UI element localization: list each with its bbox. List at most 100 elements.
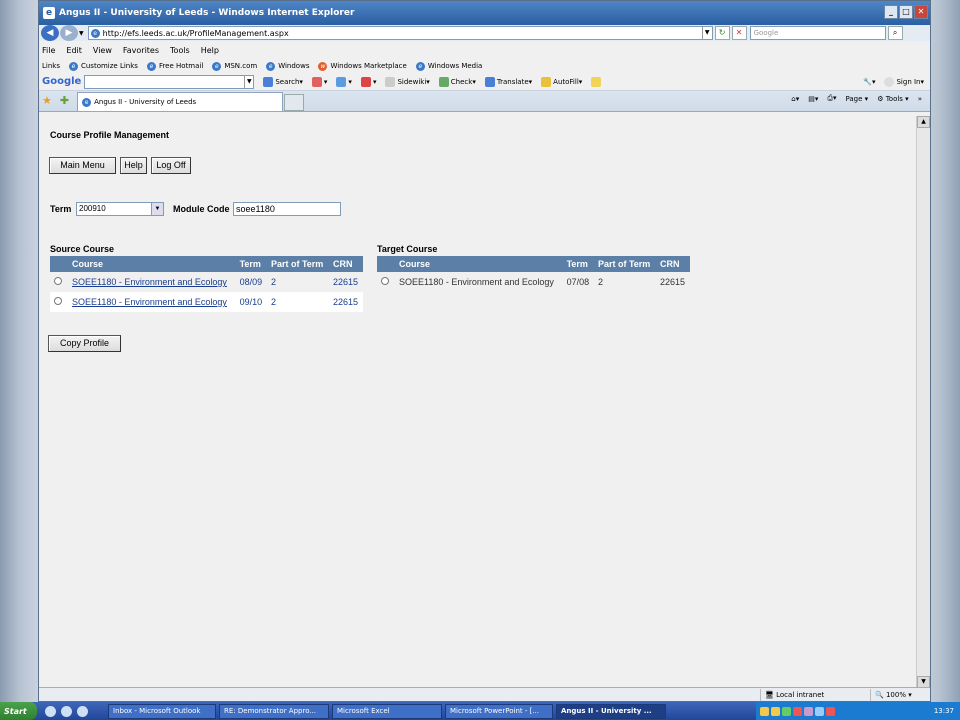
link-marketplace[interactable]: w Windows Marketplace	[318, 61, 407, 71]
sign-in-button[interactable]: Sign In ▾	[884, 76, 924, 87]
course-link[interactable]: SOEE1180 - Environment and Ecology	[68, 292, 236, 312]
tray-icon[interactable]	[815, 706, 824, 716]
browser-search-input[interactable]: Google	[749, 26, 886, 40]
tray-icon[interactable]	[782, 706, 791, 716]
home-icon[interactable]: ⌂▾	[791, 95, 799, 103]
log-off-button[interactable]: Log Off	[151, 157, 191, 174]
menu-edit[interactable]: Edit	[66, 46, 82, 55]
link-hotmail[interactable]: e Free Hotmail	[146, 61, 203, 71]
tab-bar: ★ ✚ e Angus II - University of Leeds ⌂▾ …	[39, 91, 930, 112]
add-favorites-icon[interactable]: ✚	[60, 94, 69, 107]
forward-arrow-icon[interactable]: ▶	[60, 25, 78, 41]
help-button[interactable]: Help	[120, 157, 147, 174]
term-select[interactable]: 200910 ▼	[76, 202, 164, 216]
task-excel[interactable]: Microsoft Excel	[332, 703, 442, 719]
new-tab-button[interactable]	[284, 94, 305, 111]
source-radio-1[interactable]	[54, 277, 62, 285]
start-button[interactable]: Start	[0, 702, 37, 720]
share-icon[interactable]: ▾	[336, 76, 352, 87]
vertical-scrollbar[interactable]: ▲ ▼	[916, 116, 930, 688]
google-search-button[interactable]: Search ▾	[263, 76, 303, 87]
google-dropdown-icon[interactable]: ▼	[244, 75, 253, 88]
maximize-icon[interactable]: □	[899, 5, 913, 19]
tab-angus[interactable]: e Angus II - University of Leeds	[77, 92, 284, 111]
address-bar[interactable]: e http://efs.leeds.ac.uk/ProfileManageme…	[87, 26, 713, 40]
menu-help[interactable]: Help	[201, 46, 219, 55]
source-course-table: Course Term Part of Term CRN SOEE1180 - …	[50, 256, 363, 312]
module-code-input[interactable]: soee1180	[233, 202, 341, 216]
module-code-label: Module Code	[173, 204, 230, 214]
desktop-quicklaunch-icon[interactable]	[61, 705, 72, 717]
link-msn[interactable]: e MSN.com	[212, 61, 257, 71]
tray-help-icon[interactable]	[760, 706, 769, 716]
source-course-title: Source Course	[50, 244, 115, 254]
tray-icon[interactable]	[793, 706, 802, 716]
chevron-right-icon[interactable]: »	[918, 95, 922, 103]
address-dropdown-icon[interactable]: ▼	[701, 27, 712, 39]
links-label: Links	[42, 62, 60, 70]
copy-profile-button[interactable]: Copy Profile	[48, 335, 121, 352]
column-header-part: Part of Term	[266, 256, 330, 272]
task-demonstrator[interactable]: RE: Demonstrator Appro...	[219, 703, 329, 719]
course-link[interactable]: SOEE1180 - Environment and Ecology	[68, 272, 236, 292]
menu-view[interactable]: View	[93, 46, 112, 55]
term-cell: 08/09	[235, 272, 267, 292]
ie-icon: e	[146, 61, 156, 71]
link-customize[interactable]: e Customize Links	[68, 61, 138, 71]
menu-tools[interactable]: Tools	[170, 46, 190, 55]
menu-favorites[interactable]: Favorites	[123, 46, 159, 55]
tab-label: Angus II - University of Leeds	[94, 98, 197, 106]
part-cell: 2	[593, 272, 657, 292]
ie-quicklaunch-icon[interactable]	[45, 705, 56, 717]
print-icon[interactable]: ⎙▾	[827, 94, 836, 103]
task-outlook[interactable]: Inbox - Microsoft Outlook	[108, 703, 216, 719]
bookmark-icon[interactable]: ▾	[311, 76, 327, 87]
spellcheck-icon	[438, 76, 449, 87]
table-row: SOEE1180 - Environment and Ecology 08/09…	[50, 272, 363, 292]
link-windows-media[interactable]: e Windows Media	[415, 61, 482, 71]
window-controls: _ □ ✕	[884, 5, 928, 19]
scroll-up-icon[interactable]: ▲	[917, 116, 930, 128]
column-header-course: Course	[395, 256, 563, 272]
google-search-input[interactable]: ▼	[84, 74, 255, 89]
tools-menu[interactable]: ⚙ Tools ▾	[877, 95, 909, 103]
tray-icon[interactable]	[771, 706, 780, 716]
part-cell: 2	[266, 292, 330, 312]
google-toolbar: Google ▼ Search ▾ ▾ ▾ ▾ Sidewiki ▾ Check…	[39, 73, 930, 91]
tray-icon[interactable]	[804, 706, 813, 716]
target-course-table: Course Term Part of Term CRN SOEE1180 - …	[377, 256, 690, 292]
refresh-icon[interactable]: ↻	[714, 26, 730, 40]
target-radio-1[interactable]	[381, 277, 389, 285]
favorites-star-icon[interactable]: ★	[42, 94, 52, 107]
feeds-icon[interactable]: ▤▾	[808, 95, 818, 103]
translate-icon	[484, 76, 495, 87]
close-icon[interactable]: ✕	[914, 5, 928, 19]
main-menu-button[interactable]: Main Menu	[49, 157, 116, 174]
tray-icon[interactable]	[826, 706, 835, 716]
popup-blocker-icon[interactable]: ▾	[360, 76, 376, 87]
spellcheck-button[interactable]: Check ▾	[438, 76, 476, 87]
chevron-down-icon[interactable]: ▼	[151, 203, 163, 215]
minimize-icon[interactable]: _	[884, 5, 898, 19]
page-menu[interactable]: Page ▾	[845, 95, 868, 103]
part-cell: 2	[266, 272, 330, 292]
link-windows[interactable]: e Windows	[266, 61, 309, 71]
column-header-course: Course	[68, 256, 236, 272]
search-icon[interactable]: ⌕	[887, 26, 903, 40]
task-angus[interactable]: Angus II - University ...	[556, 703, 666, 719]
history-dropdown-icon[interactable]: ▼	[79, 30, 84, 37]
zoom-level[interactable]: 🔍 100% ▾	[870, 688, 930, 701]
sidewiki-button[interactable]: Sidewiki ▾	[385, 76, 430, 87]
ie-icon: e	[415, 61, 425, 71]
autofill-button[interactable]: AutoFill ▾	[541, 76, 582, 87]
translate-button[interactable]: Translate ▾	[484, 76, 532, 87]
stop-icon[interactable]: ✕	[731, 26, 747, 40]
wrench-icon[interactable]: 🔧▾	[863, 78, 875, 86]
media-quicklaunch-icon[interactable]	[77, 705, 88, 717]
ie-icon: e	[212, 61, 222, 71]
task-powerpoint[interactable]: Microsoft PowerPoint - [...	[445, 703, 553, 719]
back-arrow-icon[interactable]: ◀	[41, 25, 59, 41]
menu-file[interactable]: File	[42, 46, 55, 55]
highlighter-icon[interactable]	[591, 76, 603, 87]
source-radio-2[interactable]	[54, 297, 62, 305]
